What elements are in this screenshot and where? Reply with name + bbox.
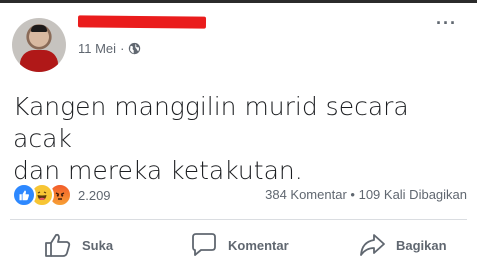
post-meta: 11 Mei · [78, 41, 141, 56]
post-date[interactable]: 11 Mei [78, 41, 116, 56]
comment-count[interactable]: 384 Komentar [265, 187, 347, 202]
reactions-summary[interactable]: 2.209 [12, 183, 111, 207]
avatar[interactable] [12, 18, 66, 72]
like-button[interactable]: Suka [44, 227, 113, 263]
comment-icon [192, 233, 216, 256]
thumbs-up-icon [45, 233, 71, 257]
stats-separator: • [350, 187, 355, 202]
like-label: Suka [82, 237, 114, 253]
comment-label: Komentar [228, 237, 289, 253]
reaction-count[interactable]: 2.209 [78, 188, 111, 203]
redacted-author-name [77, 15, 207, 29]
divider [10, 219, 467, 220]
avatar-hair [31, 25, 47, 32]
engagement-stats: 384 Komentar • 109 Kali Dibagikan [265, 187, 467, 202]
share-count[interactable]: 109 Kali Dibagikan [359, 187, 467, 202]
share-button[interactable]: Bagikan [358, 227, 447, 263]
action-bar: Suka Komentar Bagikan [0, 227, 477, 263]
share-label: Bagikan [396, 237, 447, 253]
meta-separator: · [120, 41, 125, 56]
post-text-line-1: Kangen manggilin murid secara acak [13, 92, 409, 153]
comment-button[interactable]: Komentar [190, 227, 289, 263]
post-text: Kangen manggilin murid secara acak dan m… [13, 91, 463, 187]
post-card: 11 Mei · ··· Kangen manggilin murid seca… [0, 0, 477, 269]
globe-icon[interactable] [128, 42, 141, 55]
share-icon [360, 234, 385, 256]
like-icon [12, 183, 36, 207]
more-options-button[interactable]: ··· [436, 14, 457, 32]
avatar-shirt [20, 50, 58, 72]
